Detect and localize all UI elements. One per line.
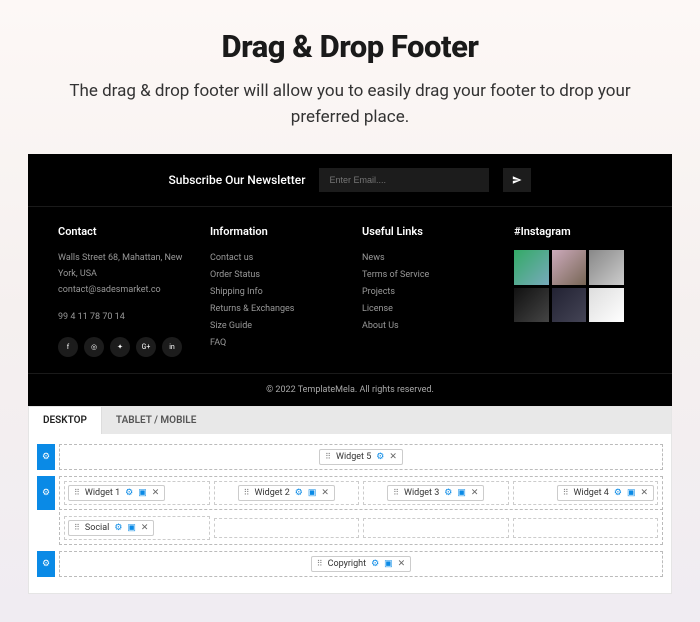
footer-col-instagram: #Instagram xyxy=(514,225,642,357)
drag-icon: ⠿ xyxy=(393,488,399,497)
googleplus-icon[interactable]: G+ xyxy=(136,337,156,357)
widget-5[interactable]: ⠿ Widget 5 ⚙ ✕ xyxy=(319,449,403,465)
close-icon[interactable]: ✕ xyxy=(152,488,160,498)
duplicate-icon[interactable]: ▣ xyxy=(138,488,147,498)
drag-icon: ⠿ xyxy=(244,488,250,497)
useful-link[interactable]: News xyxy=(362,250,490,267)
footer-preview: Subscribe Our Newsletter Contact Walls S… xyxy=(28,154,672,406)
info-link[interactable]: Shipping Info xyxy=(210,284,338,301)
instagram-thumb[interactable] xyxy=(514,288,549,323)
instagram-icon[interactable]: ◎ xyxy=(84,337,104,357)
page-title: Drag & Drop Footer xyxy=(60,28,640,65)
row-handle[interactable]: ⚙ xyxy=(37,444,55,470)
widget-label: Social xyxy=(85,523,109,533)
contact-address: Walls Street 68, Mahattan, New York, USA xyxy=(58,250,186,282)
close-icon[interactable]: ✕ xyxy=(398,559,406,569)
close-icon[interactable]: ✕ xyxy=(321,488,329,498)
close-icon[interactable]: ✕ xyxy=(141,523,149,533)
contact-email: contact@sadesmarket.co xyxy=(58,282,186,298)
widget-social[interactable]: ⠿ Social ⚙ ▣ ✕ xyxy=(68,520,154,536)
twitter-icon[interactable]: ✦ xyxy=(110,337,130,357)
widget-label: Widget 4 xyxy=(574,488,609,498)
info-link[interactable]: Contact us xyxy=(210,250,338,267)
gear-icon[interactable]: ⚙ xyxy=(114,523,122,533)
footer-builder: DESKTOP TABLET / MOBILE ⚙ ⠿ Widget 5 ⚙ ✕… xyxy=(28,406,672,594)
page-subtitle: The drag & drop footer will allow you to… xyxy=(60,79,640,130)
footer-col-information: Information Contact us Order Status Ship… xyxy=(210,225,338,357)
footer-col-useful: Useful Links News Terms of Service Proje… xyxy=(362,225,490,357)
info-link[interactable]: Returns & Exchanges xyxy=(210,301,338,318)
gear-icon: ⚙ xyxy=(42,488,50,498)
widget-1[interactable]: ⠿ Widget 1 ⚙ ▣ ✕ xyxy=(68,485,165,501)
send-icon xyxy=(512,175,522,185)
close-icon[interactable]: ✕ xyxy=(471,488,479,498)
widget-label: Copyright xyxy=(328,559,366,569)
gear-icon[interactable]: ⚙ xyxy=(614,488,622,498)
tab-desktop[interactable]: DESKTOP xyxy=(29,407,102,434)
tab-mobile[interactable]: TABLET / MOBILE xyxy=(102,407,210,434)
copyright-text: © 2022 TemplateMela. All rights reserved… xyxy=(28,373,672,406)
information-heading: Information xyxy=(210,225,338,238)
drag-icon: ⠿ xyxy=(325,452,331,461)
instagram-thumb[interactable] xyxy=(514,250,549,285)
drag-icon: ⠿ xyxy=(74,523,80,532)
duplicate-icon[interactable]: ▣ xyxy=(384,559,393,569)
gear-icon[interactable]: ⚙ xyxy=(376,452,384,462)
widget-2[interactable]: ⠿ Widget 2 ⚙ ▣ ✕ xyxy=(238,485,335,501)
contact-heading: Contact xyxy=(58,225,186,238)
gear-icon[interactable]: ⚙ xyxy=(444,488,452,498)
gear-icon: ⚙ xyxy=(42,559,50,569)
linkedin-icon[interactable]: in xyxy=(162,337,182,357)
gear-icon[interactable]: ⚙ xyxy=(295,488,303,498)
instagram-thumb[interactable] xyxy=(589,288,624,323)
duplicate-icon[interactable]: ▣ xyxy=(627,488,636,498)
widget-label: Widget 2 xyxy=(254,488,289,498)
footer-col-contact: Contact Walls Street 68, Mahattan, New Y… xyxy=(58,225,186,357)
useful-link[interactable]: License xyxy=(362,301,490,318)
drag-icon: ⠿ xyxy=(563,488,569,497)
widget-3[interactable]: ⠿ Widget 3 ⚙ ▣ ✕ xyxy=(387,485,484,501)
widget-label: Widget 5 xyxy=(336,452,371,462)
widget-4[interactable]: ⠿ Widget 4 ⚙ ▣ ✕ xyxy=(557,485,654,501)
widget-copyright[interactable]: ⠿ Copyright ⚙ ▣ ✕ xyxy=(311,556,411,572)
duplicate-icon[interactable]: ▣ xyxy=(127,523,136,533)
info-link[interactable]: Size Guide xyxy=(210,318,338,335)
drag-icon: ⠿ xyxy=(317,559,323,568)
useful-heading: Useful Links xyxy=(362,225,490,238)
close-icon[interactable]: ✕ xyxy=(389,452,397,462)
gear-icon: ⚙ xyxy=(42,452,50,462)
useful-link[interactable]: About Us xyxy=(362,318,490,335)
duplicate-icon[interactable]: ▣ xyxy=(308,488,317,498)
duplicate-icon[interactable]: ▣ xyxy=(457,488,466,498)
widget-label: Widget 1 xyxy=(85,488,120,498)
row-handle[interactable]: ⚙ xyxy=(37,551,55,577)
instagram-heading: #Instagram xyxy=(514,225,642,238)
close-icon[interactable]: ✕ xyxy=(640,488,648,498)
gear-icon[interactable]: ⚙ xyxy=(125,488,133,498)
instagram-thumb[interactable] xyxy=(552,250,587,285)
info-link[interactable]: FAQ xyxy=(210,335,338,352)
instagram-thumb[interactable] xyxy=(552,288,587,323)
gear-icon[interactable]: ⚙ xyxy=(371,559,379,569)
drag-icon: ⠿ xyxy=(74,488,80,497)
newsletter-submit-button[interactable] xyxy=(503,168,531,192)
facebook-icon[interactable]: f xyxy=(58,337,78,357)
info-link[interactable]: Order Status xyxy=(210,267,338,284)
widget-label: Widget 3 xyxy=(404,488,439,498)
instagram-thumb[interactable] xyxy=(589,250,624,285)
useful-link[interactable]: Projects xyxy=(362,284,490,301)
row-handle[interactable]: ⚙ xyxy=(37,476,55,510)
contact-phone: 99 4 11 78 70 14 xyxy=(58,309,186,325)
newsletter-email-input[interactable] xyxy=(319,168,489,192)
useful-link[interactable]: Terms of Service xyxy=(362,267,490,284)
newsletter-label: Subscribe Our Newsletter xyxy=(169,173,306,187)
